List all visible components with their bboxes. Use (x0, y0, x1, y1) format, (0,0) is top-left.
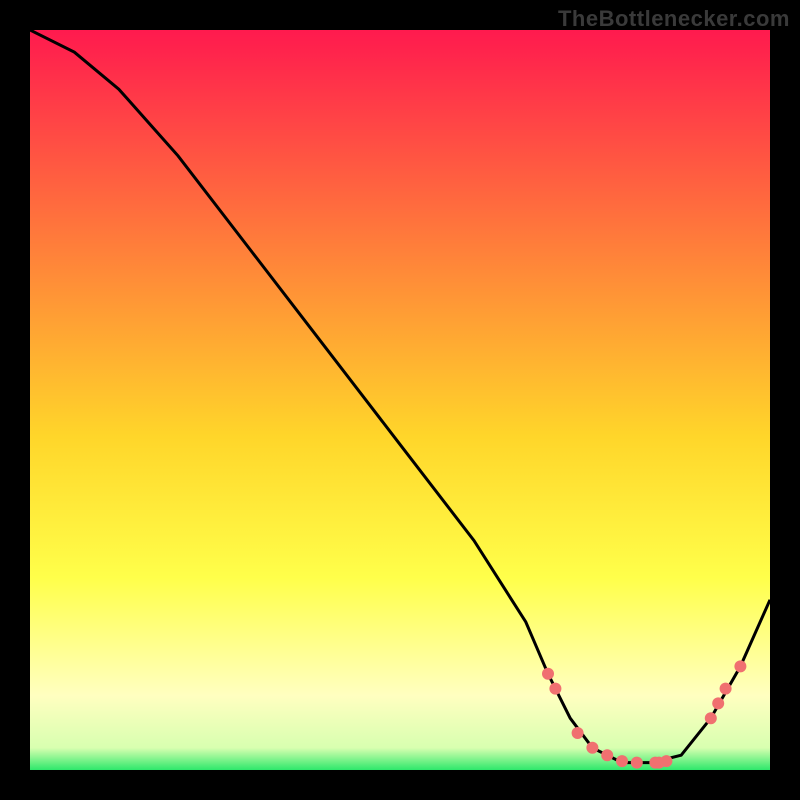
gradient-background (30, 30, 770, 770)
highlight-marker (601, 749, 613, 761)
highlight-marker (586, 742, 598, 754)
chart-stage: TheBottlenecker.com (0, 0, 800, 800)
attribution-text: TheBottlenecker.com (558, 6, 790, 32)
highlight-marker (542, 668, 554, 680)
highlight-marker (572, 727, 584, 739)
highlight-marker (720, 683, 732, 695)
chart-svg (30, 30, 770, 770)
highlight-marker (549, 683, 561, 695)
highlight-marker (631, 757, 643, 769)
plot-area (30, 30, 770, 770)
highlight-marker (705, 712, 717, 724)
highlight-marker (712, 697, 724, 709)
highlight-marker (660, 755, 672, 767)
highlight-marker (616, 755, 628, 767)
highlight-marker (734, 660, 746, 672)
